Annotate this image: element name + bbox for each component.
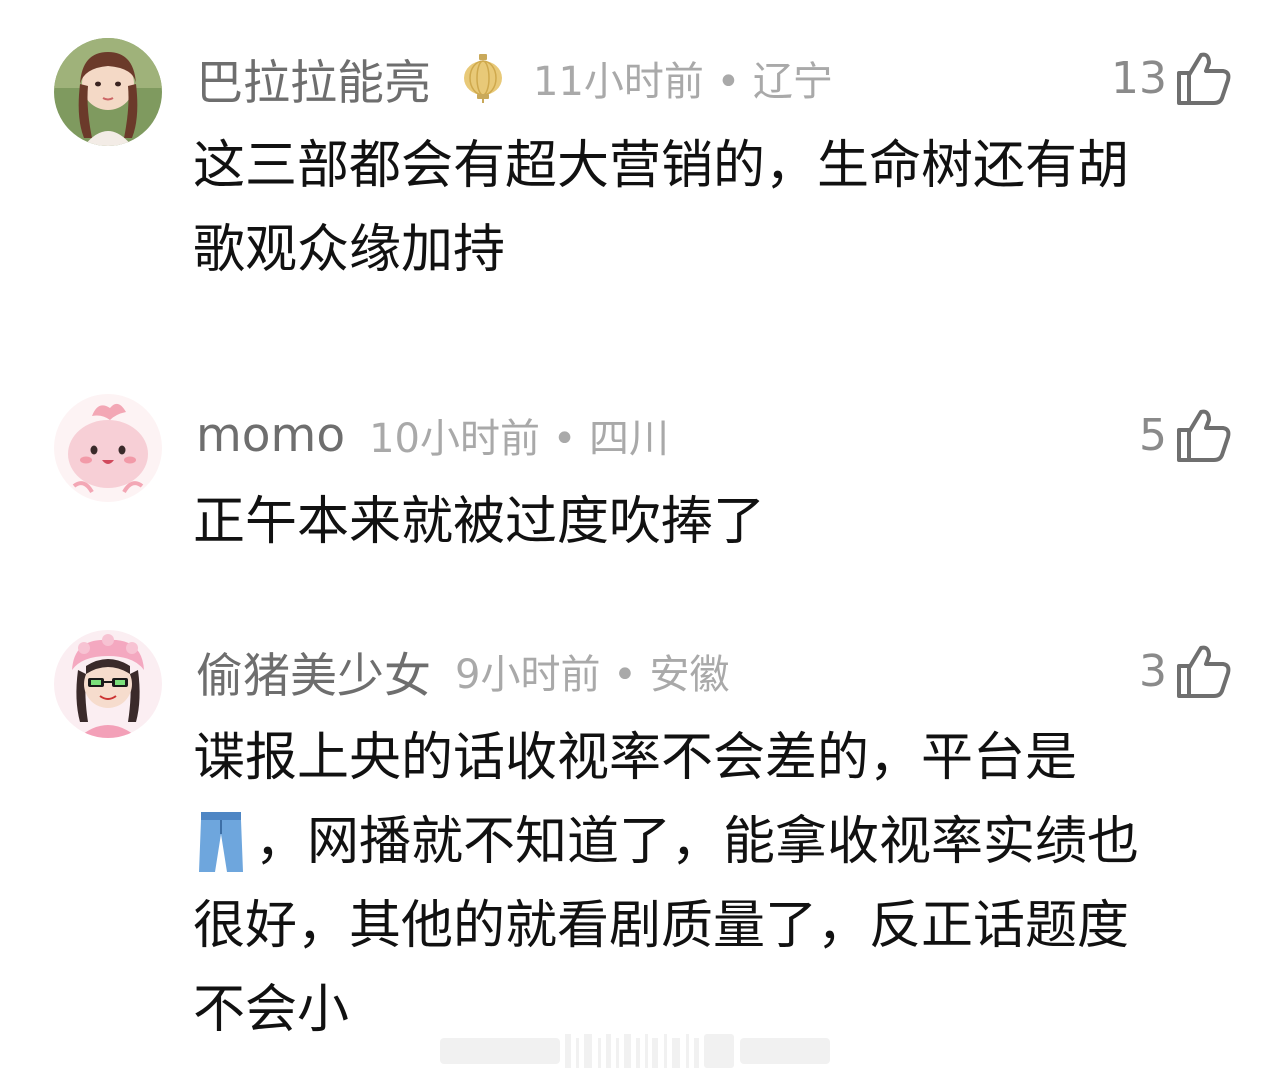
comment-text: 正午本来就被过度吹捧了	[193, 480, 1243, 564]
comment-text: 谍报上央的话收视率不会差的，平台是 ，网播就不知道了，能拿收视率实绩也 很好，其…	[193, 716, 1243, 1052]
time-location: 9小时前 • 安徽	[455, 652, 730, 698]
thumbs-up-icon	[1177, 409, 1231, 462]
avatar[interactable]	[54, 630, 162, 738]
username[interactable]: momo	[196, 408, 345, 463]
watermark-barcode	[440, 1034, 830, 1068]
like-count: 3	[1139, 645, 1167, 697]
like-button[interactable]: 13	[1111, 48, 1233, 108]
lantern-badge-icon	[464, 54, 502, 103]
girl-avatar-icon	[54, 38, 162, 146]
pink-blob-avatar-icon	[54, 394, 162, 502]
time-location: 10小时前 • 四川	[369, 416, 669, 462]
comment-text-line: ，网播就不知道了，能拿收视率实绩也	[255, 812, 1140, 872]
comment-meta: 偷猪美少女 9小时前 • 安徽	[196, 641, 730, 704]
like-count: 5	[1139, 409, 1167, 461]
jeans-emoji-icon	[199, 812, 243, 872]
comment-text-line-with-emoji: ，网播就不知道了，能拿收视率实绩也	[193, 800, 1243, 884]
time-location: 11小时前 • 辽宁	[533, 59, 833, 105]
username[interactable]: 巴拉拉能亮	[196, 44, 431, 113]
like-count: 13	[1111, 52, 1167, 104]
thumbs-up-icon	[1177, 645, 1231, 698]
comment-text: 这三部都会有超大营销的，生命树还有胡 歌观众缘加持	[193, 124, 1243, 292]
like-button[interactable]: 5	[1139, 405, 1233, 465]
comment-text-line: 这三部都会有超大营销的，生命树还有胡	[193, 136, 1130, 196]
avatar[interactable]	[54, 38, 162, 146]
comment-text-line: 谍报上央的话收视率不会差的，平台是	[193, 728, 1078, 788]
username[interactable]: 偷猪美少女	[196, 637, 431, 706]
like-button[interactable]: 3	[1139, 641, 1233, 701]
cartoon-girl-avatar-icon	[54, 630, 162, 738]
thumbs-up-icon	[1177, 52, 1231, 105]
comment-text-line: 正午本来就被过度吹捧了	[193, 492, 766, 552]
comment-meta: momo 10小时前 • 四川	[196, 405, 669, 465]
comment-meta: 巴拉拉能亮 11小时前 • 辽宁	[196, 48, 833, 111]
comment-text-line: 歌观众缘加持	[193, 220, 506, 280]
avatar[interactable]	[54, 394, 162, 502]
comment-text-line: 很好，其他的就看剧质量了，反正话题度	[193, 896, 1130, 956]
